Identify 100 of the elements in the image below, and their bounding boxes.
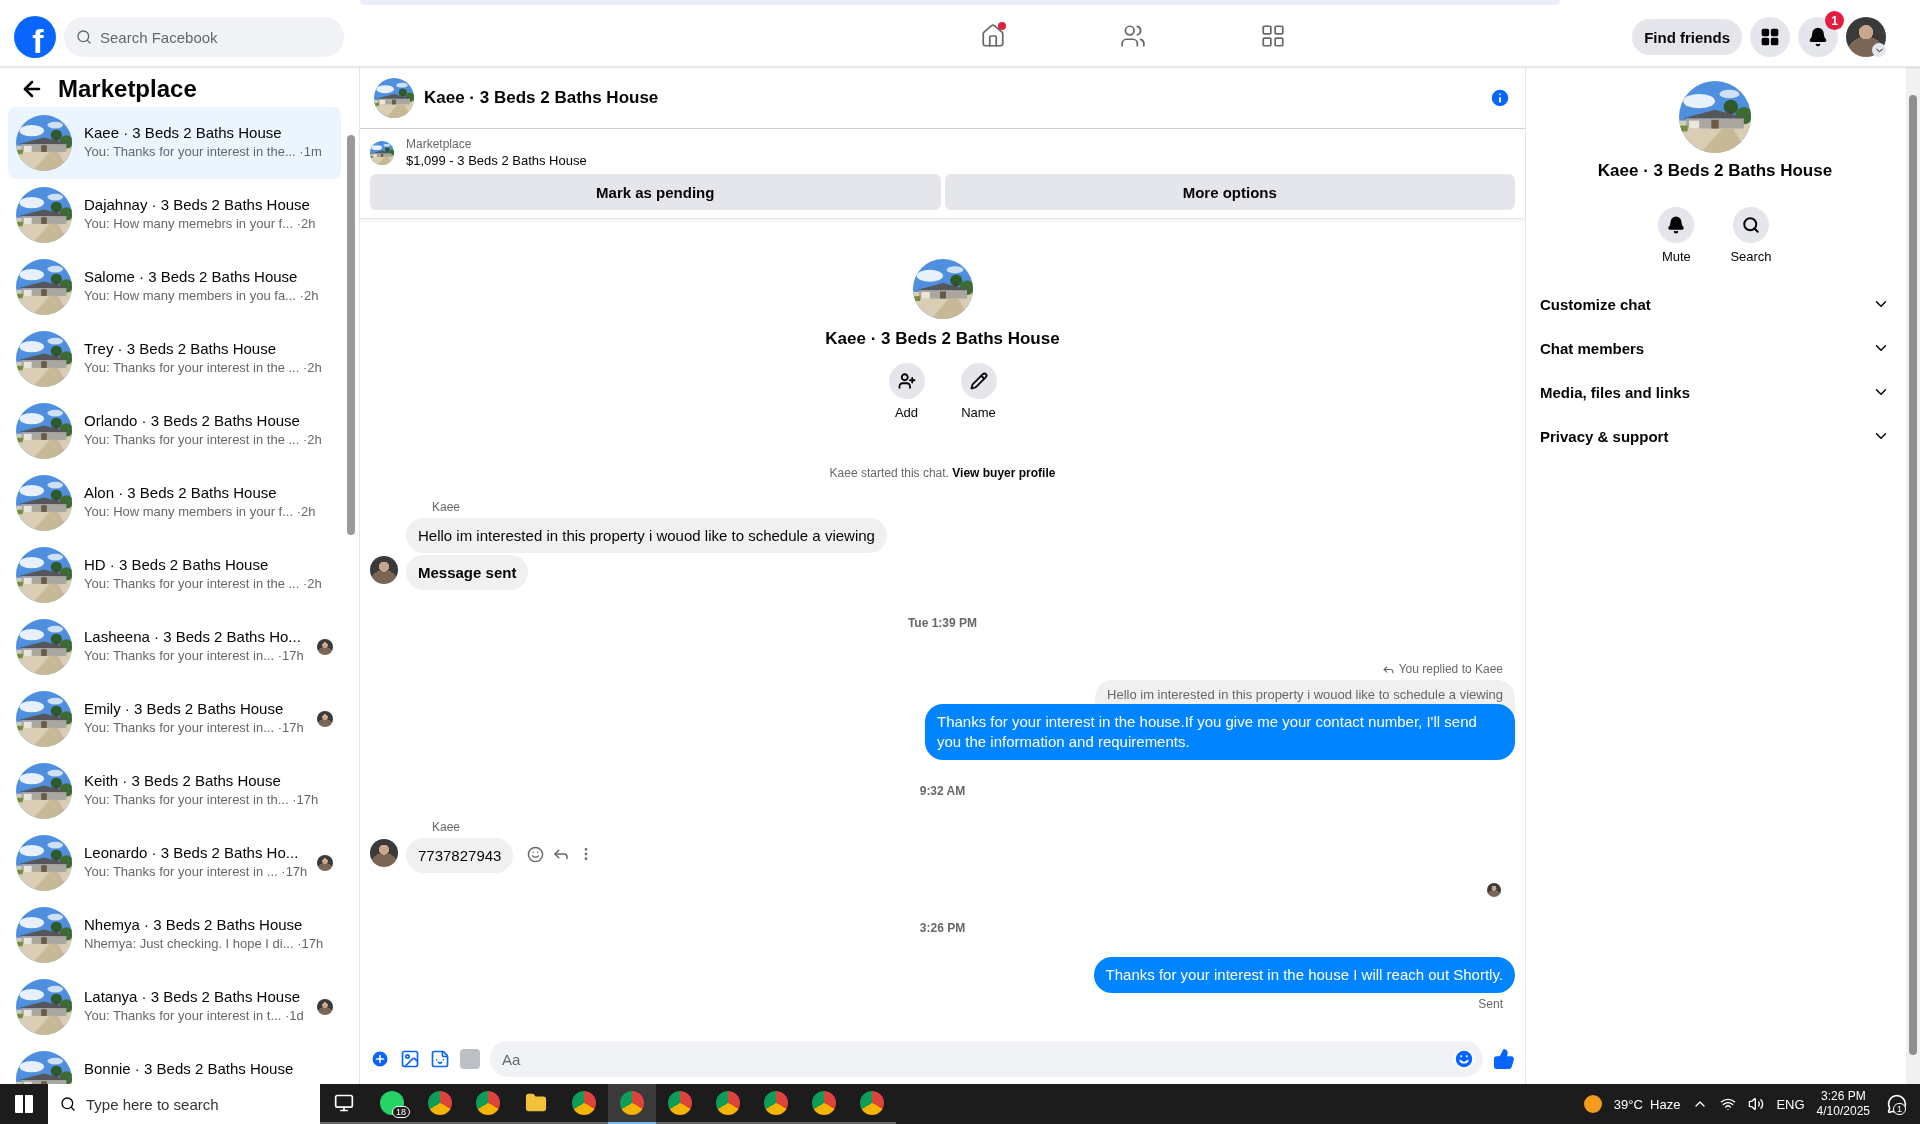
chat-title: Kaee · 3 Beds 2 Baths House: [424, 87, 660, 108]
conversation-item[interactable]: Salome · 3 Beds 2 Baths House You: How many members in you fa... ·2h: [8, 251, 341, 323]
volume-icon[interactable]: [1748, 1096, 1765, 1112]
emoji-icon[interactable]: [527, 845, 545, 863]
scrollbar[interactable]: [1909, 95, 1917, 1055]
message-bubble: Message sent: [406, 555, 529, 590]
conversation-item[interactable]: Lasheena · 3 Beds 2 Baths Ho... You: Thanks for your interest in... ·17h: [8, 611, 341, 683]
language-indicator[interactable]: ENG: [1776, 1096, 1805, 1112]
conversation-name: Orlando · 3 Beds 2 Baths House: [84, 412, 301, 429]
message-preview: You: Thanks for your interest in t... ·1d: [84, 1008, 305, 1023]
chat-started-note: Kaee started this chat. View buyer profile: [828, 466, 1057, 480]
conversation-item[interactable]: Kaee · 3 Beds 2 Baths House You: Thanks for your interest in the... ·1m: [8, 107, 341, 179]
browser-icon: [620, 1091, 644, 1115]
conversation-name: Salome · 3 Beds 2 Baths House: [84, 268, 299, 285]
network-icon[interactable]: [1720, 1096, 1737, 1112]
taskbar-search-field[interactable]: Type here to search: [48, 1084, 320, 1124]
conversation-name: Leonardo · 3 Beds 2 Baths Ho...: [84, 844, 300, 861]
notification-count: 1: [1893, 1103, 1906, 1115]
message-preview: You: How many members in you fa... ·2h: [84, 288, 320, 303]
conversation-item[interactable]: Nhemya · 3 Beds 2 Baths House Nhemya: Just checking. I hope I di... ·17h: [8, 899, 341, 971]
search-field[interactable]: Search Facebook: [64, 17, 344, 57]
listing-action-button[interactable]: Mark as pending: [370, 174, 941, 210]
grid-icon: [1760, 27, 1780, 47]
conversation-item[interactable]: Latanya · 3 Beds 2 Baths House You: Thanks for your interest in t... ·1d: [8, 971, 341, 1043]
menu-button[interactable]: [1750, 17, 1790, 57]
reply-note: You replied to Kaee: [1398, 662, 1503, 676]
task-view-icon: [334, 1093, 354, 1113]
listing-action-button[interactable]: More options: [944, 174, 1515, 210]
bell-icon: [1667, 216, 1686, 234]
add-icon[interactable]: [370, 1049, 390, 1069]
image-icon[interactable]: [400, 1049, 420, 1069]
timestamp: 9:32 AM: [919, 784, 966, 798]
sender-name: Kaee: [432, 500, 461, 514]
timestamp: Tue 1:39 PM: [907, 616, 978, 630]
notification-badge: 1: [1825, 11, 1844, 30]
message-preview: You: Thanks for your interest in ... ·17h: [84, 864, 305, 879]
listing-title: $1,099 - 3 Beds 2 Baths House: [406, 153, 587, 168]
find-friends-button[interactable]: Find friends: [1632, 19, 1742, 55]
conversation-item[interactable]: Orlando · 3 Beds 2 Baths House You: Thanks for your interest in the ... ·2h: [8, 395, 341, 467]
message-preview: You: Thanks for your interest in the ... ·2h: [84, 432, 323, 447]
section-header[interactable]: Media, files and links: [1540, 370, 1890, 414]
timestamp: 3:26 PM: [919, 921, 966, 935]
clock[interactable]: 3:26 PM 4/10/2025: [1816, 1089, 1870, 1119]
notification-center-button[interactable]: 1: [1882, 1089, 1912, 1119]
browser-icon: [428, 1091, 452, 1115]
conversation-name: Alon · 3 Beds 2 Baths House: [84, 484, 278, 501]
conversation-item[interactable]: HD · 3 Beds 2 Baths House You: Thanks for your interest in the ... ·2h: [8, 539, 341, 611]
message-preview: You: Thanks for your interest in th... ·17h: [84, 792, 320, 807]
browser-icon: [668, 1091, 692, 1115]
browser-icon: [572, 1091, 596, 1115]
scrollbar[interactable]: [347, 135, 355, 535]
info-icon[interactable]: [1489, 86, 1511, 109]
like-icon[interactable]: [1493, 1048, 1515, 1070]
message-bubble: Hello im interested in this property i wouod like to schedule a viewing: [406, 518, 887, 553]
intro-name: Kaee · 3 Beds 2 Baths House: [825, 329, 1060, 349]
message-bubble: Thanks for your interest in the house I will reach out Shortly.: [1093, 957, 1515, 993]
section-header[interactable]: Customize chat: [1540, 282, 1890, 326]
notifications-button[interactable]: [1798, 17, 1838, 57]
conversation-item[interactable]: Leonardo · 3 Beds 2 Baths Ho... You: Thanks for your interest in ... ·17h: [8, 827, 341, 899]
search-icon: [60, 1096, 76, 1112]
browser-icon: [476, 1091, 500, 1115]
conversation-item[interactable]: Dajahnay · 3 Beds 2 Baths House You: How many memebrs in your f... ·2h: [8, 179, 341, 251]
conversation-item[interactable]: Emily · 3 Beds 2 Baths House You: Thanks for your interest in... ·17h: [8, 683, 341, 755]
message-field[interactable]: Aa: [490, 1041, 1483, 1077]
message-preview: You: Thanks for your interest in... ·17h: [84, 648, 305, 663]
groups-icon: [1260, 22, 1287, 49]
message-preview: You: Thanks for your interest in... ·17h: [84, 720, 305, 735]
buyer-profile-link[interactable]: View buyer profile: [952, 466, 1056, 480]
message-preview: You: How many memebrs in your f... ·2h: [84, 216, 317, 231]
profile-button[interactable]: [1846, 17, 1886, 57]
home-icon: [980, 22, 1007, 49]
message-preview: You: Thanks for your interest in the... ·1m: [84, 144, 323, 159]
section-header[interactable]: Privacy & support: [1540, 414, 1890, 458]
weather-text: 39°C Haze: [1613, 1096, 1681, 1112]
message-status: Sent: [1478, 997, 1503, 1011]
listing-label: Marketplace: [406, 137, 473, 151]
conversation-item[interactable]: Alon · 3 Beds 2 Baths House You: How many members in your f... ·2h: [8, 467, 341, 539]
conversation-item[interactable]: Trey · 3 Beds 2 Baths House You: Thanks for your interest in the ... ·2h: [8, 323, 341, 395]
conversation-item[interactable]: Keith · 3 Beds 2 Baths House You: Thanks for your interest in th... ·17h: [8, 755, 341, 827]
add-person-icon: [897, 372, 916, 390]
conversation-name: Trey · 3 Beds 2 Baths House: [84, 340, 278, 357]
conversation-name: Kaee · 3 Beds 2 Baths House: [84, 124, 283, 141]
speech-bubble-icon: [1887, 1094, 1907, 1114]
search-icon: [1742, 216, 1760, 234]
taskbar-app[interactable]: [608, 1084, 656, 1124]
sticker-icon[interactable]: [430, 1049, 450, 1069]
conversation-name: Latanya · 3 Beds 2 Baths House: [84, 988, 301, 1005]
seen-avatar: [1487, 883, 1501, 897]
weather-icon: [1583, 1095, 1602, 1113]
message-preview: You: Thanks for your interest in the ... ·2h: [84, 576, 323, 591]
conversation-name: Emily · 3 Beds 2 Baths House: [84, 700, 285, 717]
folder-icon: [525, 1092, 547, 1114]
avatar: [1846, 17, 1886, 57]
message-bubble: 7737827943: [406, 838, 514, 873]
taskbar-app[interactable]: 18: [368, 1084, 416, 1124]
conversation-name: Keith · 3 Beds 2 Baths House: [84, 772, 282, 789]
message-bubble: Thanks for your interest in the house.If you give me your contact number, I'll send you the information and requirements.: [925, 704, 1515, 760]
section-header[interactable]: Chat members: [1540, 326, 1890, 370]
conversation-name: Lasheena · 3 Beds 2 Baths Ho...: [84, 628, 302, 645]
logo[interactable]: f: [14, 16, 56, 58]
